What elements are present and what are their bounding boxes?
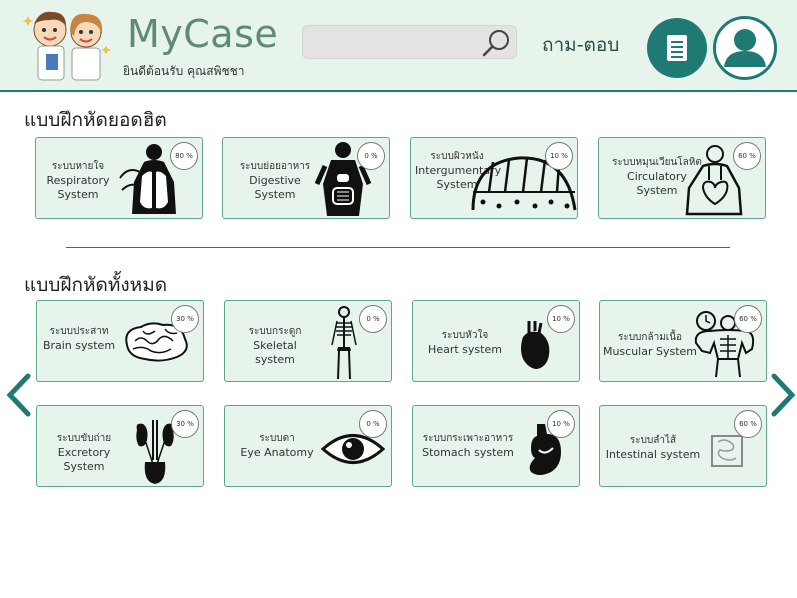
qa-link[interactable]: ถาม-ตอบ	[542, 30, 619, 60]
search-box	[302, 25, 517, 59]
progress-badge: 0 %	[359, 305, 387, 333]
card-stomach[interactable]: ระบบกระเพาะอาหาร Stomach system 10 %	[412, 405, 580, 487]
card-label: ระบบย่อยอาหาร Digestive System	[235, 160, 315, 202]
card-label-th: ระบบกระเพาะอาหาร	[422, 433, 514, 444]
card-label: ระบบหัวใจ Heart system	[423, 329, 507, 357]
header-bar: MyCase ยินดีต้อนรับ คุณสพิชชา ถาม-ตอบ	[0, 0, 797, 92]
document-button[interactable]	[647, 18, 707, 78]
search-icon[interactable]	[480, 26, 514, 60]
user-icon	[724, 29, 766, 67]
document-icon	[667, 35, 687, 61]
card-label-en: Circulatory	[627, 170, 687, 183]
progress-badge: 60 %	[733, 142, 761, 170]
progress-badge: 10 %	[545, 142, 573, 170]
card-label-en2: System	[636, 184, 678, 197]
card-respiratory[interactable]: ระบบหายใจ Respiratory System 80 %	[35, 137, 203, 219]
card-integumentary[interactable]: ระบบผิวหนัง Intergumentary System 10 %	[410, 137, 578, 219]
card-label-en: Excretory System	[57, 446, 111, 473]
card-label: ระบบกระเพาะอาหาร Stomach system	[419, 432, 517, 460]
progress-badge: 10 %	[547, 410, 575, 438]
chevron-left-icon[interactable]	[4, 372, 34, 418]
progress-badge: 0 %	[357, 142, 385, 170]
all-section-title: แบบฝึกหัดทั้งหมด	[24, 274, 168, 296]
mascot-logo-icon	[22, 11, 111, 81]
kidney-icon	[136, 420, 174, 484]
card-label-en: Muscular System	[602, 345, 698, 358]
card-eye[interactable]: ระบบตา Eye Anatomy 0 %	[224, 405, 392, 487]
card-label-th: ระบบตา	[259, 433, 295, 444]
section-divider	[66, 247, 730, 248]
heart-icon	[521, 321, 550, 369]
card-label: ระบบกระดูก Skeletal system	[233, 325, 317, 367]
card-label-th: ระบบประสาท	[49, 326, 109, 337]
card-label-en: Intestinal system	[605, 448, 701, 461]
progress-badge: 10 %	[547, 305, 575, 333]
card-label: ระบบหายใจ Respiratory System	[42, 160, 114, 202]
card-label-th: ระบบกระดูก	[248, 326, 302, 337]
progress-badge: 60 %	[734, 305, 762, 333]
card-label-en2: System	[254, 188, 296, 201]
progress-badge: 0 %	[359, 410, 387, 438]
card-label-th: ระบบหายใจ	[51, 161, 105, 172]
card-skeletal[interactable]: ระบบกระดูก Skeletal system 0 %	[224, 300, 392, 382]
card-muscular[interactable]: ระบบกล้ามเนื้อ Muscular System 60 %	[599, 300, 767, 382]
app-title: MyCase	[127, 12, 279, 56]
card-label: ระบบลำไส้ Intestinal system	[604, 434, 702, 462]
progress-badge: 80 %	[170, 142, 198, 170]
welcome-text: ยินดีต้อนรับ คุณสพิชชา	[123, 64, 245, 78]
card-brain[interactable]: ระบบประสาท Brain system 30 %	[36, 300, 204, 382]
progress-badge: 30 %	[171, 305, 199, 333]
card-label: ระบบประสาท Brain system	[41, 325, 117, 353]
chevron-right-icon[interactable]	[768, 372, 797, 418]
card-digestive[interactable]: ระบบย่อยอาหาร Digestive System 0 %	[222, 137, 390, 219]
card-label-en: Eye Anatomy	[240, 446, 314, 459]
card-heart[interactable]: ระบบหัวใจ Heart system 10 %	[412, 300, 580, 382]
card-label-th: ระบบหัวใจ	[441, 330, 489, 341]
card-label-th: ระบบย่อยอาหาร	[239, 161, 311, 172]
progress-badge: 60 %	[734, 410, 762, 438]
progress-badge: 30 %	[171, 410, 199, 438]
card-circulatory[interactable]: ระบบหมุนเวียนโลหิต Circulatory System 60…	[598, 137, 766, 219]
card-intestinal[interactable]: ระบบลำไส้ Intestinal system 60 %	[599, 405, 767, 487]
popular-section-title: แบบฝึกหัดยอดฮิต	[24, 109, 167, 131]
user-profile-button[interactable]	[713, 16, 777, 80]
card-label-en: Stomach system	[422, 446, 514, 459]
card-label-en: Respiratory	[46, 174, 110, 187]
card-label-th: ระบบกล้ามเนื้อ	[617, 332, 683, 343]
skeleton-icon	[331, 306, 357, 380]
card-label-en: Skeletal system	[253, 339, 297, 366]
card-label-en2: System	[57, 188, 99, 201]
search-input[interactable]	[311, 32, 480, 54]
card-label-en: Brain system	[42, 339, 116, 352]
card-label-th: ระบบลำไส้	[629, 435, 677, 446]
card-label: ระบบตา Eye Anatomy	[235, 432, 319, 460]
card-label-th: ระบบขับถ่าย	[56, 433, 112, 444]
card-label-en: Heart system	[428, 343, 502, 356]
card-label-en: Digestive	[249, 174, 301, 187]
card-label: ระบบกล้ามเนื้อ Muscular System	[602, 331, 698, 359]
card-label: ระบบขับถ่าย Excretory System	[39, 432, 129, 474]
card-excretory[interactable]: ระบบขับถ่าย Excretory System 30 %	[36, 405, 204, 487]
